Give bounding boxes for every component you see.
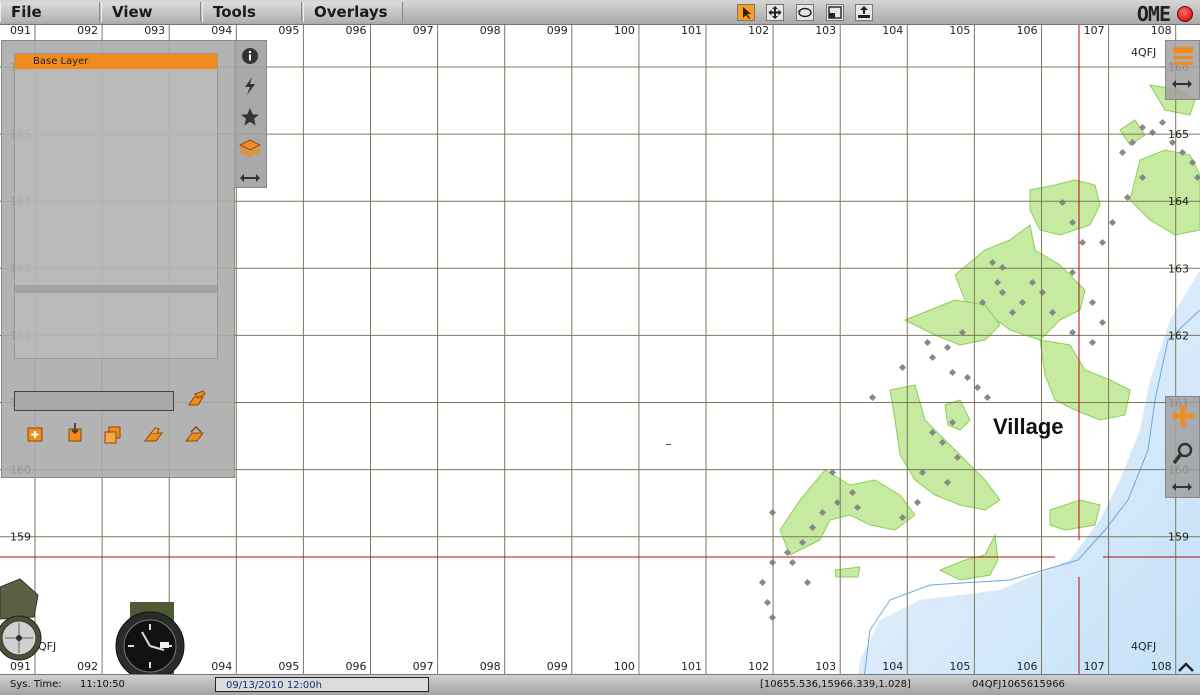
- grid-reference: 04QFJ1065615966: [972, 679, 1065, 690]
- export-tool[interactable]: [855, 4, 873, 21]
- grid-column-label: 106: [1017, 660, 1038, 673]
- grid-column-label: 100: [614, 24, 635, 37]
- compass-icon[interactable]: [0, 575, 50, 675]
- grid-column-label: 093: [144, 24, 165, 37]
- grid-row-label: 163: [1168, 262, 1189, 275]
- collapse-arrows-icon[interactable]: [1171, 481, 1193, 493]
- zoom-in-icon[interactable]: [1170, 403, 1196, 429]
- rotate-icon: [798, 7, 812, 18]
- collapse-arrows-icon[interactable]: [1171, 78, 1193, 90]
- status-bar: Sys. Time: 11:10:50 09/13/2010 12:00h [1…: [0, 674, 1200, 695]
- close-app-button[interactable]: [1177, 6, 1193, 22]
- zoom-toolbar: [1165, 396, 1200, 498]
- layer-properties-icon[interactable]: [143, 423, 165, 445]
- village-label: Village: [993, 414, 1064, 439]
- mission-date-field[interactable]: 09/13/2010 12:00h: [215, 677, 429, 692]
- layers-panel: Base Layer: [1, 40, 235, 478]
- grid-column-label: 103: [815, 24, 836, 37]
- zoom-box-icon: [828, 6, 842, 19]
- grid-column-label: 108: [1151, 660, 1172, 673]
- menu-file[interactable]: File: [0, 2, 100, 22]
- system-time-value: 11:10:50: [80, 679, 125, 690]
- tab-events[interactable]: [239, 75, 261, 97]
- grid-row-label: 159: [1168, 531, 1189, 544]
- layer-name-input[interactable]: [14, 391, 174, 411]
- grid-column-label: 100: [614, 660, 635, 673]
- menu-view[interactable]: View: [101, 2, 201, 22]
- edit-layer-icon[interactable]: [186, 389, 208, 411]
- grid-column-label: 107: [1084, 660, 1105, 673]
- grid-column-label: 107: [1084, 24, 1105, 37]
- grid-column-label: 098: [480, 660, 501, 673]
- right-overlay-toolbar: [1165, 40, 1200, 100]
- tab-favorites[interactable]: [239, 106, 261, 128]
- grid-row-label: 165: [1168, 128, 1189, 141]
- grid-column-label: 094: [211, 24, 232, 37]
- grid-column-label: 106: [1017, 24, 1038, 37]
- import-layer-icon[interactable]: [64, 421, 86, 443]
- layer-list-divider[interactable]: [15, 285, 217, 293]
- grid-column-label: 098: [480, 24, 501, 37]
- rotate-tool[interactable]: [796, 4, 814, 21]
- upload-icon: [858, 6, 870, 18]
- menu-overlays[interactable]: Overlays: [303, 2, 403, 22]
- grid-column-label: 096: [346, 660, 367, 673]
- grid-column-label: 094: [211, 660, 232, 673]
- overlay-list-icon[interactable]: [1171, 44, 1195, 68]
- layers-icon: [239, 139, 261, 158]
- grid-column-label: 092: [77, 660, 98, 673]
- watch-icon[interactable]: [112, 602, 190, 674]
- grid-column-label: 091: [10, 24, 31, 37]
- app-logo: OME: [1136, 2, 1171, 26]
- info-icon: [242, 48, 258, 64]
- menu-bar: File View Tools Overlays OME: [0, 0, 1200, 26]
- cursor-coordinates: [10655.536,15966.339,1.028]: [760, 679, 911, 690]
- grid-column-label: 104: [882, 24, 903, 37]
- grid-column-label: 105: [949, 660, 970, 673]
- grid-column-label: 099: [547, 24, 568, 37]
- delete-layer-icon[interactable]: [184, 423, 206, 445]
- cursor-arrow-icon: [743, 7, 751, 19]
- pointer-tool[interactable]: [737, 4, 755, 21]
- move-arrows-icon: [768, 6, 782, 19]
- tab-collapse[interactable]: [239, 167, 261, 189]
- grid-column-label: 102: [748, 24, 769, 37]
- grid-column-label: 095: [278, 660, 299, 673]
- zone-label-top: 4QFJ: [1131, 46, 1156, 59]
- zoom-box-tool[interactable]: [826, 4, 844, 21]
- duplicate-layer-icon[interactable]: [102, 423, 124, 445]
- grid-row-label: 159: [10, 531, 31, 544]
- tab-layers[interactable]: [239, 137, 261, 159]
- grid-column-label: 097: [413, 24, 434, 37]
- layer-item-base[interactable]: Base Layer: [15, 54, 217, 69]
- menu-tools[interactable]: Tools: [202, 2, 302, 22]
- grid-column-label: 095: [278, 24, 299, 37]
- grid-column-label: 099: [547, 660, 568, 673]
- grid-column-label: 104: [882, 660, 903, 673]
- grid-row-label: 162: [1168, 329, 1189, 342]
- layer-list[interactable]: Base Layer: [14, 53, 218, 359]
- grid-column-label: 101: [681, 24, 702, 37]
- grid-column-label: 102: [748, 660, 769, 673]
- pan-tool[interactable]: [766, 4, 784, 21]
- magnifier-icon[interactable]: [1171, 441, 1195, 467]
- tab-info[interactable]: [239, 45, 261, 67]
- zone-label-bottom: 4QFJ: [1131, 640, 1156, 653]
- collapse-arrows-icon: [240, 174, 260, 182]
- system-time-label: Sys. Time:: [10, 679, 62, 690]
- grid-column-label: 105: [949, 24, 970, 37]
- star-icon: [241, 108, 259, 126]
- grid-column-label: 097: [413, 660, 434, 673]
- grid-column-label: 103: [815, 660, 836, 673]
- chevron-up-icon[interactable]: [1176, 660, 1196, 674]
- grid-column-label: 092: [77, 24, 98, 37]
- grid-column-label: 101: [681, 660, 702, 673]
- grid-row-label: 164: [1168, 195, 1189, 208]
- panel-tabs: [234, 40, 267, 188]
- lightning-icon: [245, 77, 255, 95]
- grid-column-label: 096: [346, 24, 367, 37]
- add-layer-icon[interactable]: [24, 423, 46, 445]
